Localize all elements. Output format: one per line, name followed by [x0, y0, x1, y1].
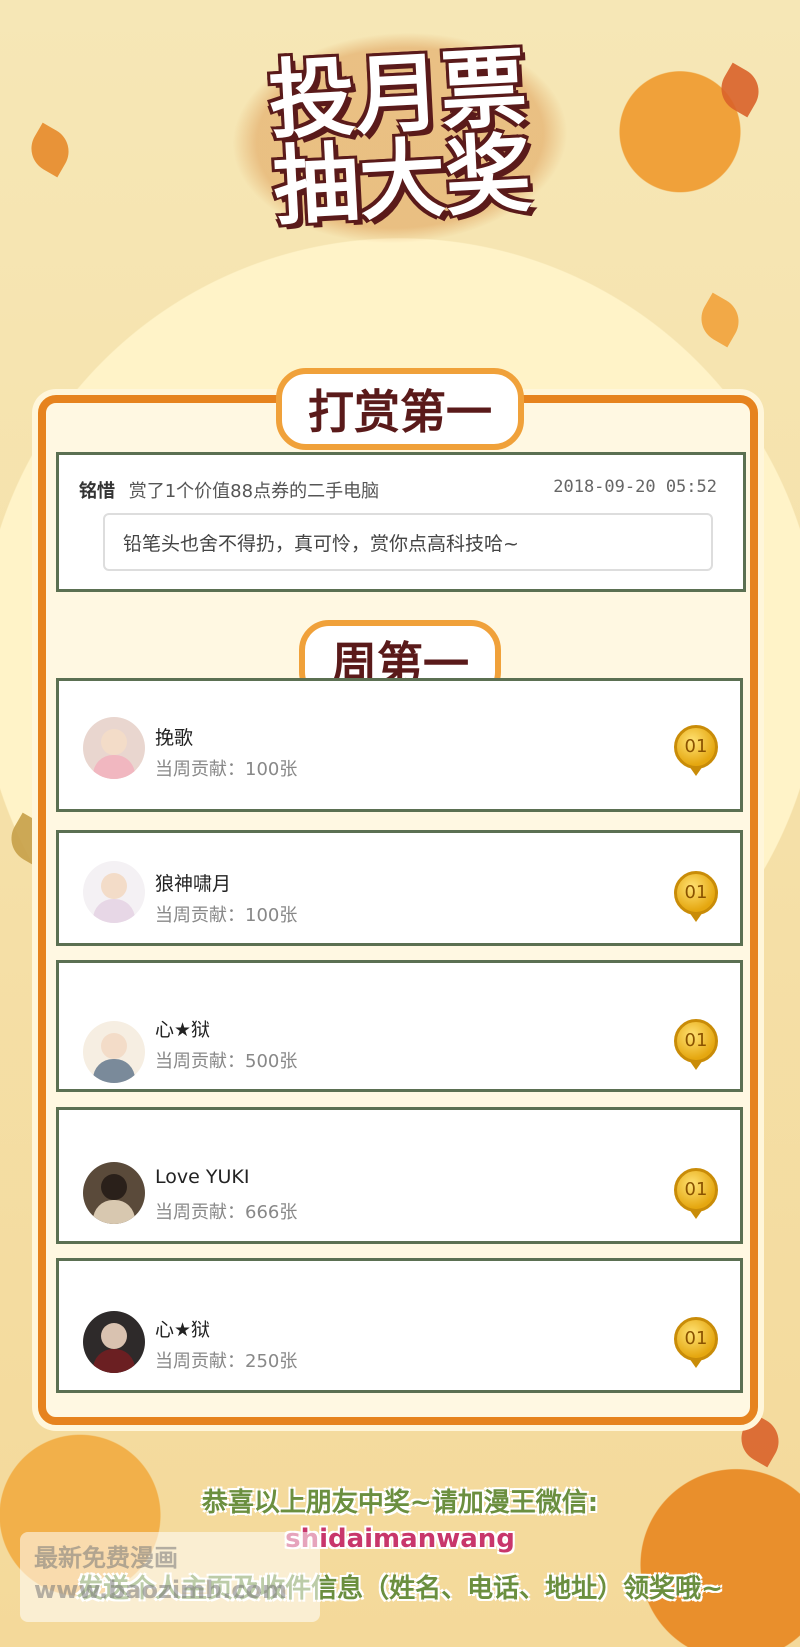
watermark: 最新免费漫画 www.baozimh.com: [20, 1532, 320, 1622]
tip-user[interactable]: 铭惜: [79, 481, 115, 502]
tip-header: 铭惜 赏了1个价值88点券的二手电脑: [79, 477, 379, 503]
tip-message: 铅笔头也舍不得扔，真可怜，赏你点高科技哈~: [103, 513, 713, 571]
entry-name[interactable]: 挽歌: [155, 723, 193, 750]
rank-medal-icon: 01: [674, 1317, 718, 1368]
rank-medal-icon: 01: [674, 725, 718, 776]
weekly-entry-card[interactable]: Love YUKI 当周贡献：666张 01: [56, 1107, 743, 1244]
tip-action: 赏了1个价值88点券的二手电脑: [128, 481, 380, 502]
tip-date: 2018-09-20 05:52: [553, 477, 717, 497]
title-line-2: 抽大奖: [270, 124, 534, 238]
entry-contribution: 当周贡献：100张: [155, 905, 298, 926]
entry-name[interactable]: 狼神啸月: [155, 869, 231, 896]
footer-congrats: 恭喜以上朋友中奖~请加漫王微信:: [201, 1488, 599, 1518]
avatar[interactable]: [83, 717, 145, 779]
tip-card: 铭惜 赏了1个价值88点券的二手电脑 2018-09-20 05:52 铅笔头也…: [56, 452, 746, 592]
entry-contribution: 当周贡献：100张: [155, 759, 298, 780]
rank-medal-icon: 01: [674, 1168, 718, 1219]
avatar[interactable]: [83, 1311, 145, 1373]
entry-name[interactable]: Love YUKI: [155, 1166, 249, 1188]
rank-medal-icon: 01: [674, 1019, 718, 1070]
entry-name[interactable]: 心★狱: [155, 1015, 210, 1042]
weekly-entry-card[interactable]: 心★狱 当周贡献：250张 01: [56, 1258, 743, 1393]
tip-section-heading: 打赏第一: [0, 368, 800, 450]
watermark-line-1: 最新免费漫画: [34, 1544, 178, 1572]
entry-contribution: 当周贡献：250张: [155, 1351, 298, 1372]
weekly-entry-card[interactable]: 挽歌 当周贡献：100张 01: [56, 678, 743, 812]
entry-contribution: 当周贡献：666张: [155, 1202, 298, 1223]
avatar[interactable]: [83, 1162, 145, 1224]
weekly-entry-card[interactable]: 心★狱 当周贡献：500张 01: [56, 960, 743, 1092]
title-banner: 投月票 抽大奖: [0, 23, 800, 253]
entry-name[interactable]: 心★狱: [155, 1315, 210, 1342]
weekly-entry-card[interactable]: 狼神啸月 当周贡献：100张 01: [56, 830, 743, 946]
entry-contribution: 当周贡献：500张: [155, 1051, 298, 1072]
avatar[interactable]: [83, 861, 145, 923]
avatar[interactable]: [83, 1021, 145, 1083]
watermark-line-2: www.baozimh.com: [34, 1576, 288, 1604]
rank-medal-icon: 01: [674, 871, 718, 922]
